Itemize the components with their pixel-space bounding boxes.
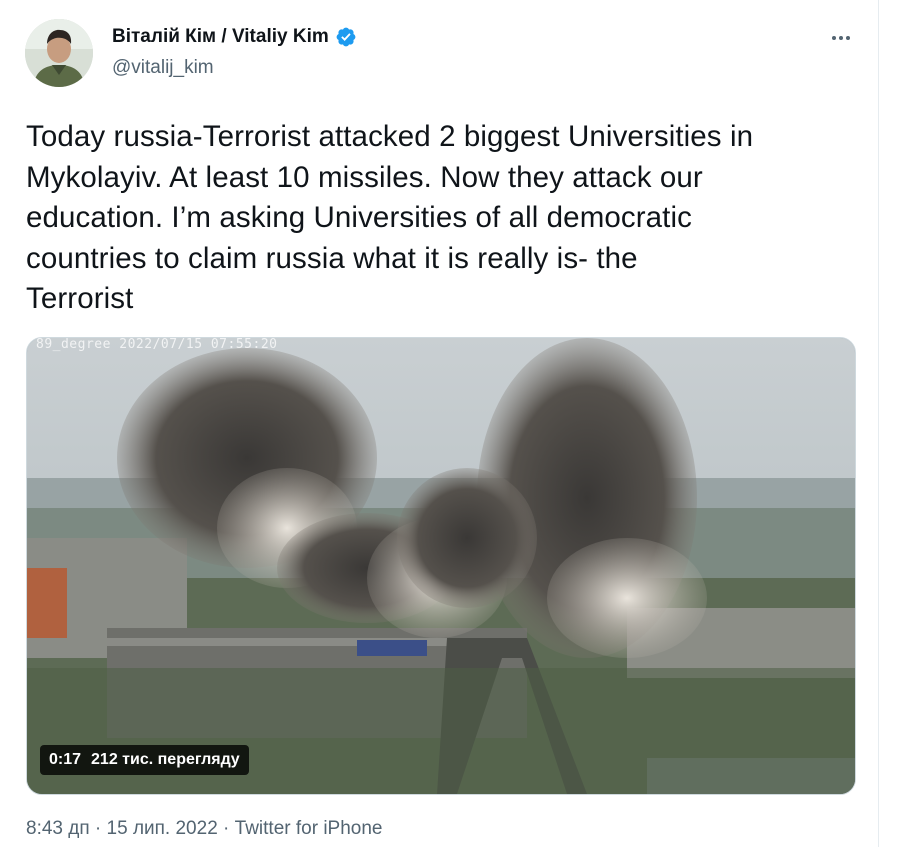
column-divider — [878, 0, 879, 847]
author-handle[interactable]: @vitalij_kim — [112, 57, 214, 79]
meta-separator-1: · — [94, 818, 102, 839]
video-duration: 0:17 — [49, 751, 82, 768]
video-info-badge: 0:17 212 тис. переглядy — [40, 745, 249, 775]
meta-separator-2: · — [223, 818, 230, 839]
tweet-date[interactable]: 15 лип. 2022 — [107, 818, 218, 839]
author-display-name[interactable]: Віталій Кім / Vitaliy Kim — [112, 26, 329, 48]
verified-badge-icon — [336, 27, 356, 47]
more-options-icon[interactable] — [826, 28, 856, 48]
tweet-card: Віталій Кім / Vitaliy Kim @vitalij_kim T… — [0, 0, 880, 847]
video-player[interactable] — [26, 337, 856, 795]
tweet-text: Today russia-Terrorist attacked 2 bigges… — [26, 120, 754, 315]
author-avatar[interactable] — [25, 19, 93, 87]
author-name-row[interactable]: Віталій Кім / Vitaliy Kim — [112, 26, 357, 48]
video-watermark: 89_degree 2022/07/15 07:55:20 — [36, 337, 278, 352]
profile-photo-icon — [25, 19, 93, 87]
tweet-source[interactable]: Twitter for iPhone — [235, 818, 383, 839]
video-views: 212 тис. переглядy — [91, 751, 240, 768]
tweet-time[interactable]: 8:43 дп — [26, 818, 90, 839]
video-thumbnail — [27, 338, 855, 794]
tweet-meta: 8:43 дп · 15 лип. 2022 · Twitter for iPh… — [26, 818, 383, 840]
